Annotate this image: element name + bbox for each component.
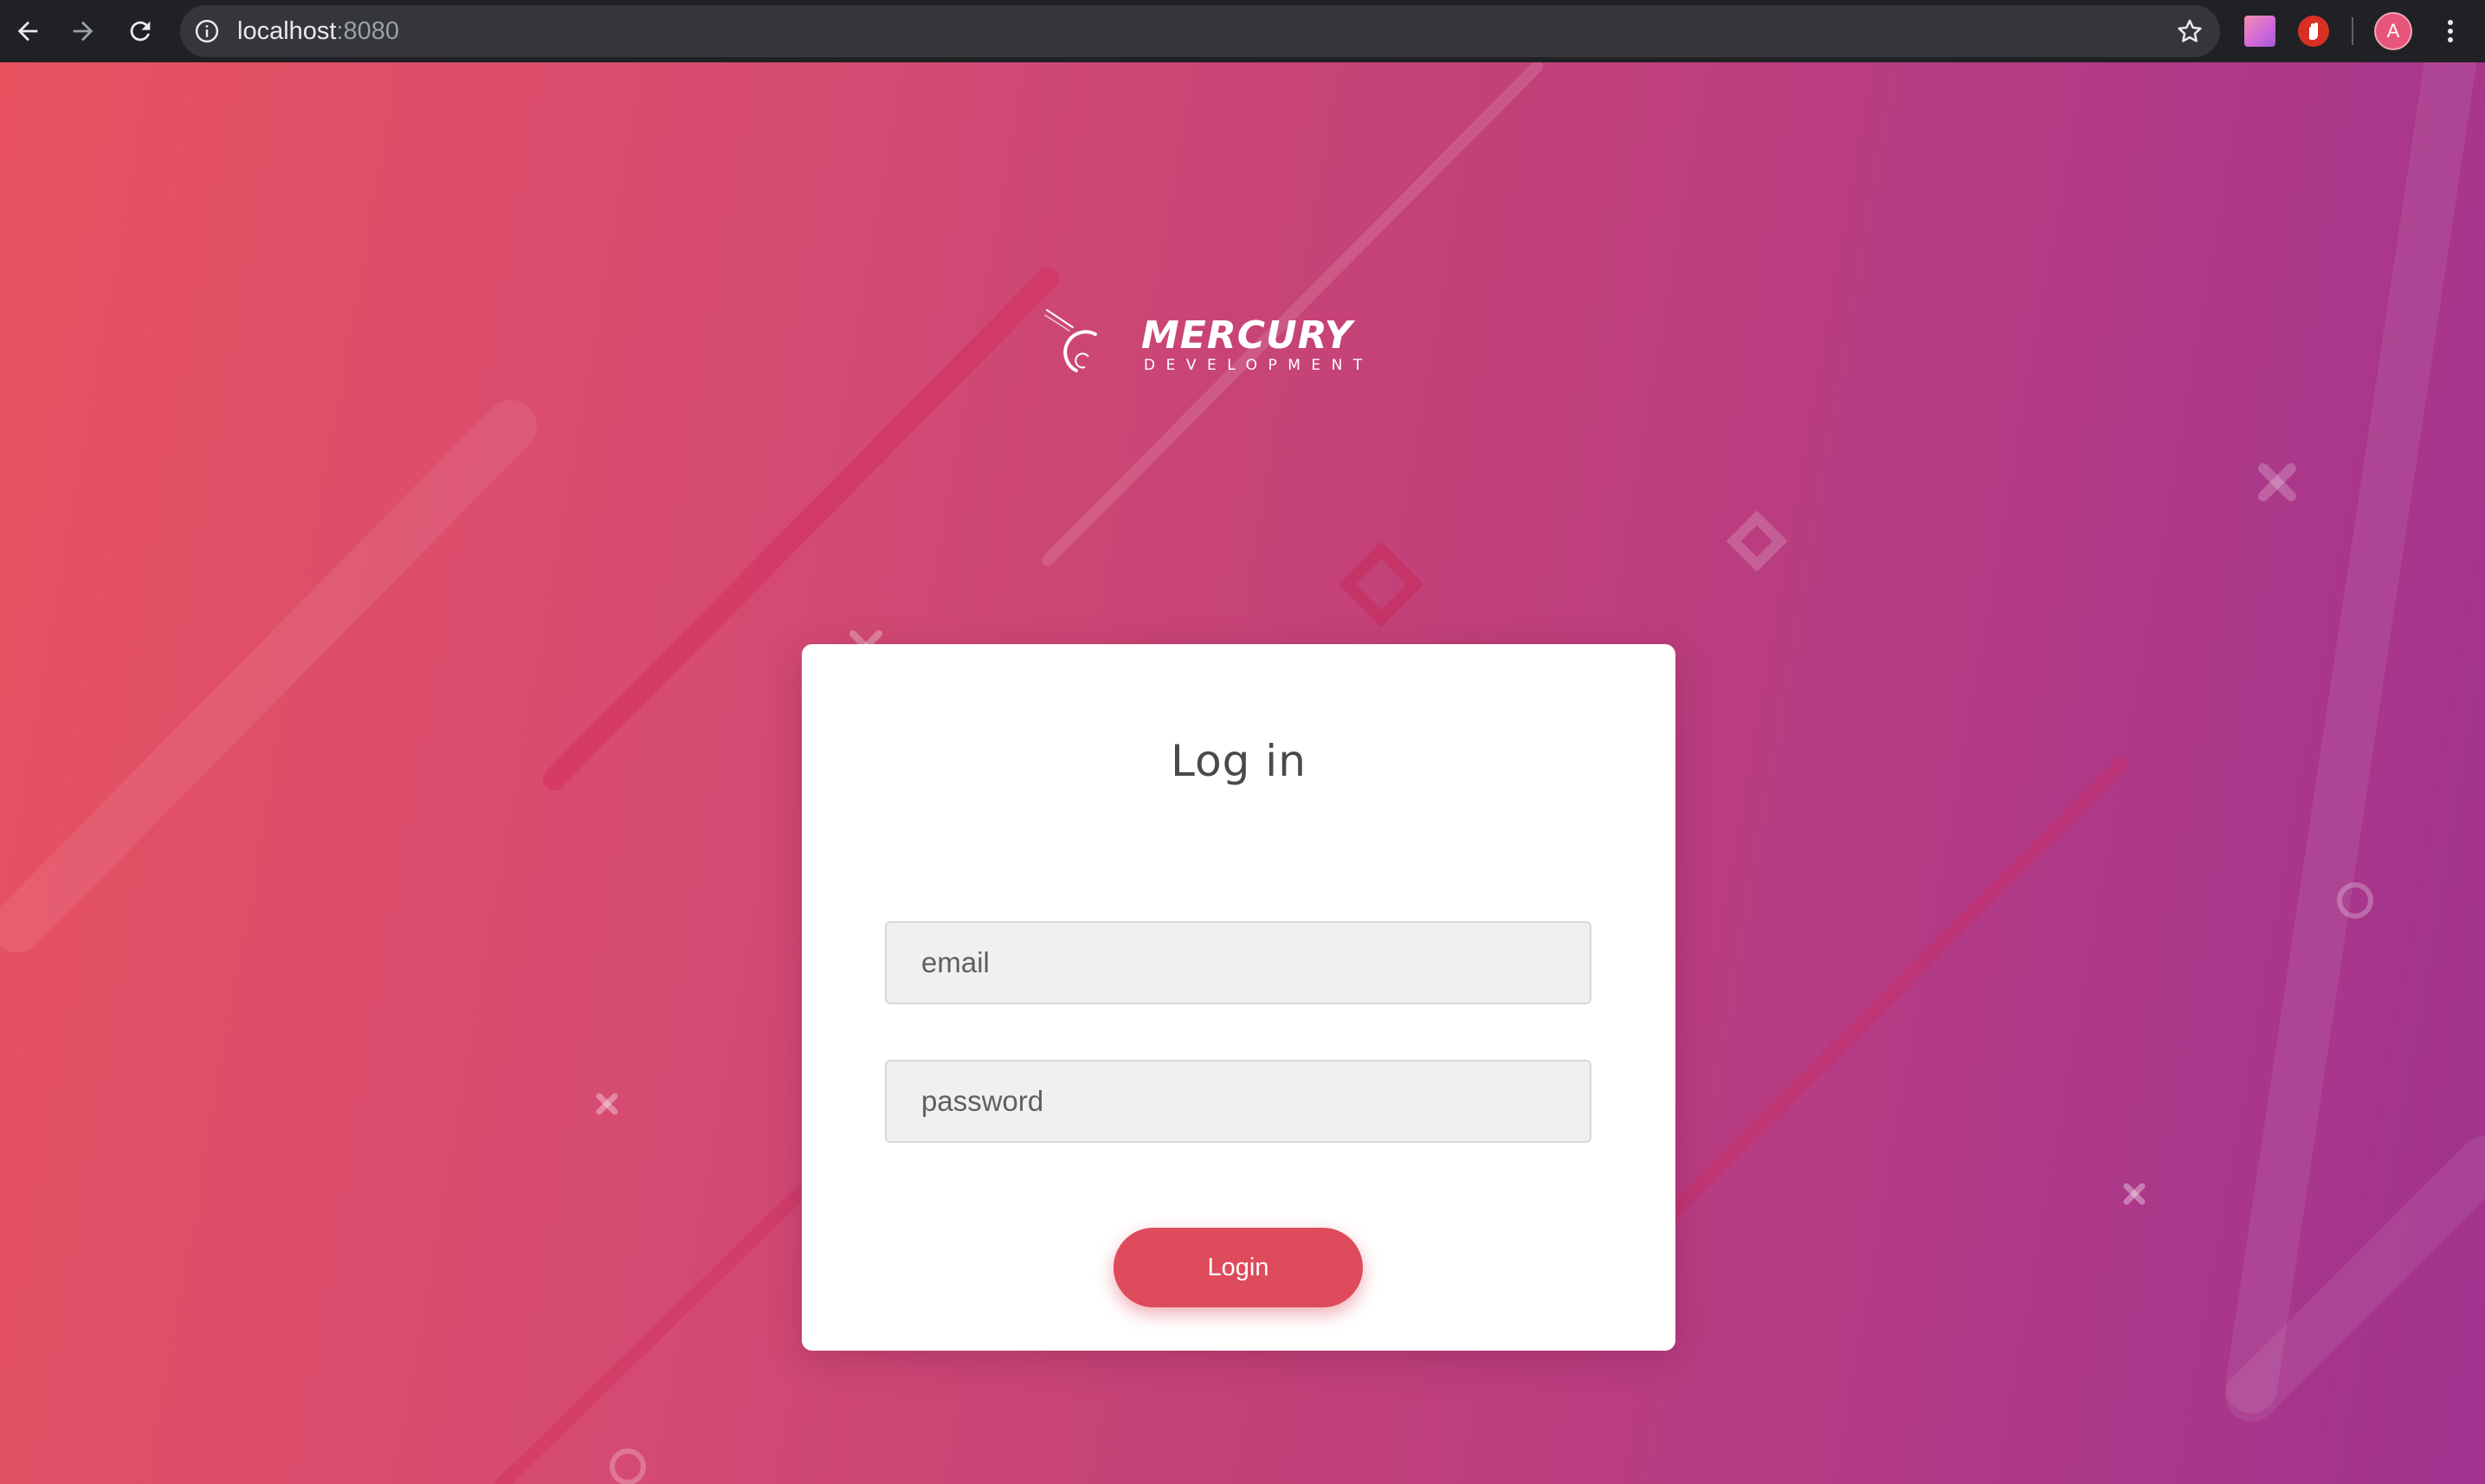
extension-gradient-icon[interactable] [2244,16,2275,47]
decor-cross [2258,463,2296,501]
decor-cross [596,1093,618,1115]
decor-circle [610,1449,646,1484]
extension-hand-icon[interactable] [2298,16,2329,47]
logo-tagline: DEVELOPMENT [1144,357,1373,374]
password-input[interactable] [885,1060,1591,1143]
mercury-development-logo: MERCURY DEVELOPMENT [1044,309,1373,374]
toolbar-divider [2352,17,2353,45]
back-button[interactable] [7,10,48,52]
forward-arrow-icon [73,21,94,42]
url-text: localhost:8080 [237,5,399,57]
reload-button[interactable] [119,10,161,52]
login-title: Log in [1171,736,1307,786]
decor-pill [0,400,537,952]
url-port: :8080 [336,17,400,45]
login-button[interactable]: Login [1113,1228,1363,1307]
comet-mark [1044,309,1097,372]
login-card: Log in Login [802,644,1675,1351]
decor-bar [1630,757,2128,1255]
decor-diamond [1338,541,1424,628]
logo-wordmark: MERCURY [1141,313,1356,358]
url-host: localhost [237,17,337,45]
decor-pill [2225,62,2476,1413]
star-icon[interactable] [2175,16,2204,46]
address-bar[interactable]: localhost:8080 [180,5,2220,57]
reload-icon [130,21,151,42]
forward-button[interactable] [62,10,104,52]
profile-avatar[interactable]: A [2374,12,2412,50]
info-icon[interactable] [194,18,220,44]
decor-bar [495,1181,812,1484]
email-input[interactable] [885,921,1591,1004]
login-page: MERCURY DEVELOPMENT Log in Login [0,62,2485,1484]
back-arrow-icon [17,21,38,42]
decor-diamond [1726,510,1788,572]
decor-cross [2123,1183,2146,1205]
hand-icon [2309,23,2318,40]
browser-toolbar: localhost:8080 A [0,0,2485,62]
kebab-menu-icon[interactable] [2431,12,2469,50]
